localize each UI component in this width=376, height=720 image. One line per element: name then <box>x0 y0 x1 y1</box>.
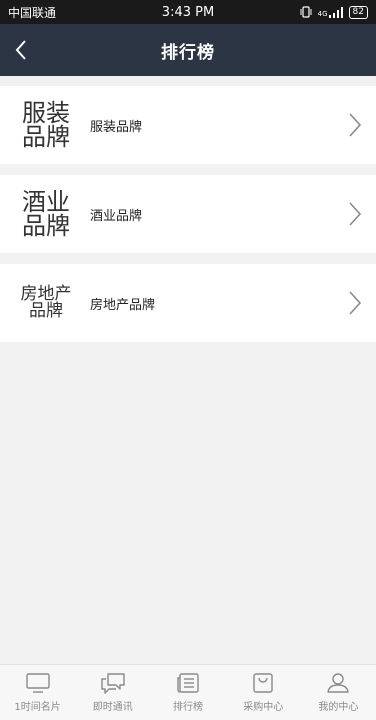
tab-rankings[interactable]: 排行榜 <box>150 665 225 720</box>
list-item-label: 酒业品牌 <box>90 208 143 224</box>
tab-bar: 1时间名片 即时通讯 排行榜 采购中心 我的中心 <box>0 664 376 720</box>
status-time: 3:43 PM <box>161 4 215 20</box>
tab-purchasing-center[interactable]: 采购中心 <box>226 665 301 720</box>
chevron-right-icon <box>349 291 362 315</box>
brand-logo: 房地产 品牌 <box>20 284 72 321</box>
tab-label: 排行榜 <box>173 702 203 713</box>
chevron-right-icon <box>349 202 362 226</box>
list-item-label: 房地产品牌 <box>90 297 156 313</box>
status-bar: 中国联通 3:43 PM 4G 82 <box>0 0 376 24</box>
list-item-apparel-brands[interactable]: 服装 品牌 服装品牌 <box>0 86 376 164</box>
tab-label: 1时间名片 <box>14 702 61 713</box>
tab-my-center[interactable]: 我的中心 <box>301 665 376 720</box>
brand-logo: 服装 品牌 <box>22 99 70 151</box>
page-title: 排行榜 <box>161 42 215 63</box>
list-item-liquor-brands[interactable]: 酒业 品牌 酒业品牌 <box>0 175 376 253</box>
nav-bar: 排行榜 <box>0 24 376 76</box>
list-item-label: 服装品牌 <box>90 119 143 135</box>
tab-business-card[interactable]: 1时间名片 <box>0 665 75 720</box>
tab-label: 即时通讯 <box>92 702 133 713</box>
tv-icon <box>25 673 50 693</box>
back-button[interactable] <box>14 24 38 76</box>
user-icon <box>327 673 350 693</box>
shopping-bag-icon <box>253 673 273 693</box>
chevron-left-icon <box>15 40 26 60</box>
tab-instant-messaging[interactable]: 即时通讯 <box>75 665 150 720</box>
brand-logo: 酒业 品牌 <box>22 188 70 240</box>
brand-list: 服装 品牌 服装品牌 酒业 品牌 酒业品牌 房地产 品牌 房地产品牌 <box>0 86 376 342</box>
tab-label: 采购中心 <box>243 702 284 713</box>
list-item-real-estate-brands[interactable]: 房地产 品牌 房地产品牌 <box>0 264 376 342</box>
chat-icon <box>101 673 125 694</box>
list-icon <box>177 673 199 693</box>
tab-label: 我的中心 <box>318 702 359 713</box>
chevron-right-icon <box>349 113 362 137</box>
